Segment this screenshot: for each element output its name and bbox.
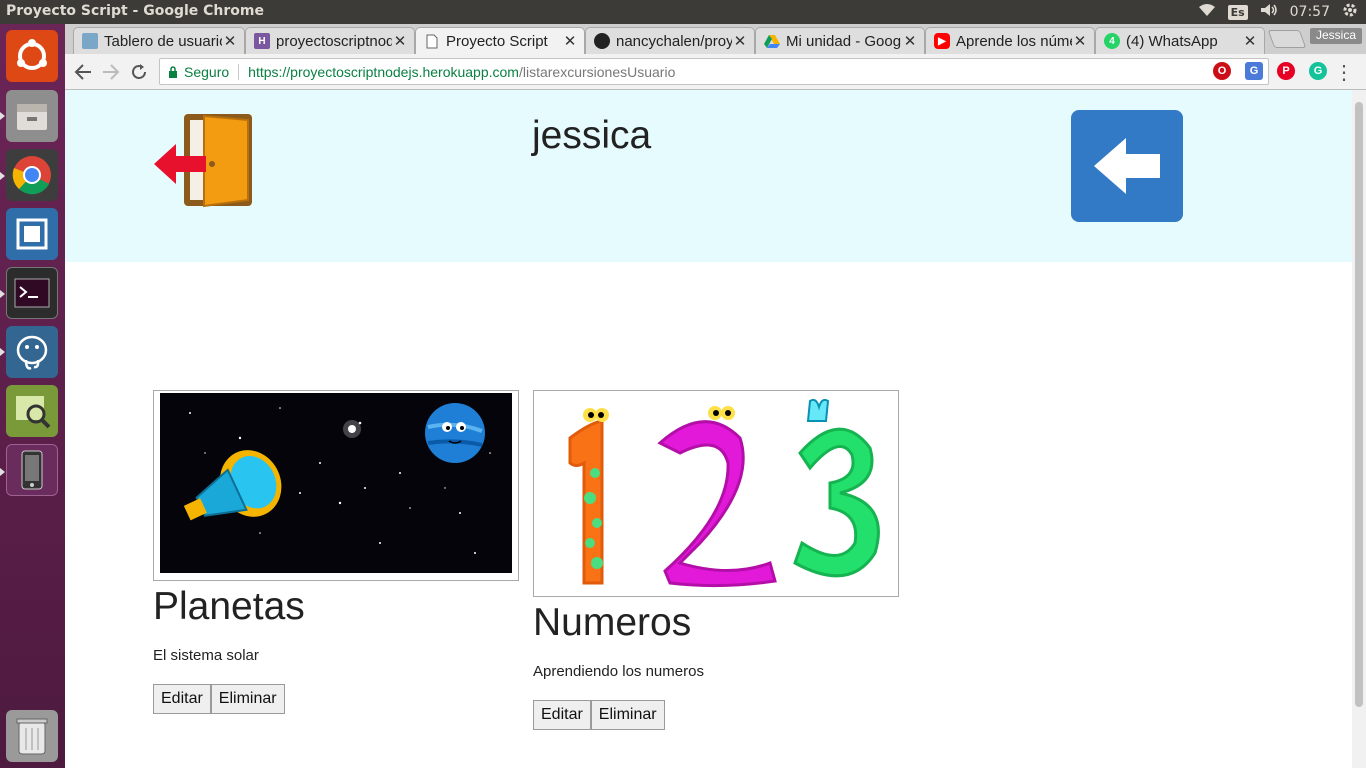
tab-title: Tablero de usuario (104, 32, 222, 50)
pinterest-extension-icon[interactable]: P (1277, 62, 1295, 80)
grammarly-extension-icon[interactable]: G (1309, 62, 1327, 80)
files-running-indicator (0, 112, 5, 120)
google-translate-extension-icon[interactable]: G (1245, 62, 1263, 80)
postgresql-icon[interactable] (6, 326, 58, 378)
browser-toolbar: Seguro https://proyectoscriptnodejs.hero… (65, 54, 1366, 90)
card-image-space (153, 390, 519, 581)
page-content: jessica Planetas El sistema solar Editar… (65, 90, 1352, 768)
card-actions: Editar Eliminar (533, 700, 899, 730)
card-description: Aprendiendo los numeros (533, 663, 704, 680)
chrome-menu-icon[interactable]: ⋮ (1334, 60, 1354, 85)
tab-title: proyectoscriptnodejs (276, 32, 392, 50)
url-path: /listarexcursionesUsuario (518, 63, 676, 80)
chrome-running-indicator (0, 172, 5, 180)
excursion-card: Planetas El sistema solar Editar Elimina… (153, 390, 519, 714)
address-bar[interactable]: Seguro https://proyectoscriptnodejs.hero… (159, 58, 1269, 85)
close-tab-icon[interactable]: ✕ (1242, 32, 1258, 50)
tab-github[interactable]: nancychalen/proyecto ✕ (585, 27, 755, 54)
close-tab-icon[interactable]: ✕ (222, 32, 238, 50)
phone-running-indicator (0, 468, 5, 476)
phone-device-icon[interactable] (6, 444, 58, 496)
system-tray: Es 07:57 (1198, 2, 1358, 22)
close-tab-icon[interactable]: ✕ (562, 32, 578, 50)
opera-extension-icon[interactable]: O (1213, 62, 1231, 80)
clock[interactable]: 07:57 (1290, 4, 1330, 20)
card-image-numbers (533, 390, 899, 597)
heroku-favicon-icon: H (254, 33, 270, 49)
system-monitor-icon[interactable] (6, 385, 58, 437)
profile-button[interactable]: Jessica (1309, 28, 1362, 44)
tab-whatsapp[interactable]: 4 (4) WhatsApp ✕ (1095, 27, 1265, 54)
left-arrow-icon (1094, 138, 1160, 194)
close-tab-icon[interactable]: ✕ (732, 32, 748, 50)
terminal-running-indicator (0, 290, 5, 298)
workspace-switcher-icon[interactable] (6, 208, 58, 260)
close-tab-icon[interactable]: ✕ (1072, 32, 1088, 50)
delete-button[interactable]: Eliminar (210, 684, 285, 714)
files-icon[interactable] (6, 90, 58, 142)
tab-title: Proyecto Script (446, 32, 548, 50)
new-tab-button[interactable] (1267, 30, 1307, 48)
tab-youtube[interactable]: ▶ Aprende los números ✕ (925, 27, 1095, 54)
terminal-icon[interactable] (6, 267, 58, 319)
edit-button[interactable]: Editar (533, 700, 591, 730)
url-host: https://proyectoscriptnodejs.herokuapp.c… (248, 63, 519, 80)
omnibox-separator (238, 63, 240, 80)
edit-button[interactable]: Editar (153, 684, 211, 714)
forward-arrow-icon[interactable] (99, 60, 123, 84)
close-tab-icon[interactable]: ✕ (392, 32, 408, 50)
github-favicon-icon (594, 33, 610, 49)
top-panel: Proyecto Script - Google Chrome Es 07:57 (0, 0, 1366, 24)
secure-indicator[interactable]: Seguro (168, 64, 229, 80)
tab-title: nancychalen/proyecto (616, 32, 732, 50)
youtube-favicon-icon: ▶ (934, 33, 950, 49)
close-tab-icon[interactable]: ✕ (902, 32, 918, 50)
scrollbar-thumb[interactable] (1355, 102, 1363, 707)
drive-favicon-icon (764, 33, 780, 49)
back-button[interactable] (1071, 110, 1183, 222)
settings-gear-icon[interactable] (1342, 2, 1358, 22)
page-header: jessica (65, 90, 1352, 262)
keyboard-language-indicator[interactable]: Es (1227, 4, 1248, 20)
board-favicon-icon (82, 33, 98, 49)
tab-drive[interactable]: Mi unidad - Google Drive ✕ (755, 27, 925, 54)
card-actions: Editar Eliminar (153, 684, 519, 714)
excursion-card: Numeros Aprendiendo los numeros Editar E… (533, 390, 899, 730)
logout-door-icon[interactable] (152, 112, 256, 208)
window-title: Proyecto Script - Google Chrome (6, 3, 265, 19)
volume-icon[interactable] (1260, 3, 1278, 21)
card-description: El sistema solar (153, 647, 259, 664)
lock-icon (169, 65, 177, 78)
ubuntu-dash-icon[interactable] (6, 30, 58, 82)
reload-icon[interactable] (127, 60, 151, 84)
tab-heroku[interactable]: H proyectoscriptnodejs ✕ (245, 27, 415, 54)
card-title: Planetas (153, 585, 305, 628)
tab-strip: Tablero de usuario ✕ H proyectoscriptnod… (65, 24, 1366, 54)
tab-title: Aprende los números (956, 32, 1072, 50)
chrome-icon[interactable] (6, 149, 58, 201)
card-title: Numeros (533, 601, 692, 644)
launcher (0, 24, 65, 768)
tab-proyecto-script[interactable]: Proyecto Script ✕ (415, 27, 585, 54)
tab-title: Mi unidad - Google Drive (786, 32, 902, 50)
whatsapp-favicon-icon: 4 (1104, 33, 1120, 49)
tab-tablero[interactable]: Tablero de usuario ✕ (73, 27, 245, 54)
trash-icon[interactable] (6, 710, 58, 762)
back-arrow-icon[interactable] (71, 60, 95, 84)
postgresql-running-indicator (0, 348, 5, 356)
page-scrollbar[interactable] (1352, 90, 1366, 768)
tab-title: (4) WhatsApp (1126, 32, 1218, 50)
page-favicon-icon (424, 33, 440, 49)
delete-button[interactable]: Eliminar (590, 700, 665, 730)
wifi-icon[interactable] (1198, 3, 1216, 21)
username-heading: jessica (532, 114, 652, 157)
secure-label: Seguro (184, 63, 230, 80)
